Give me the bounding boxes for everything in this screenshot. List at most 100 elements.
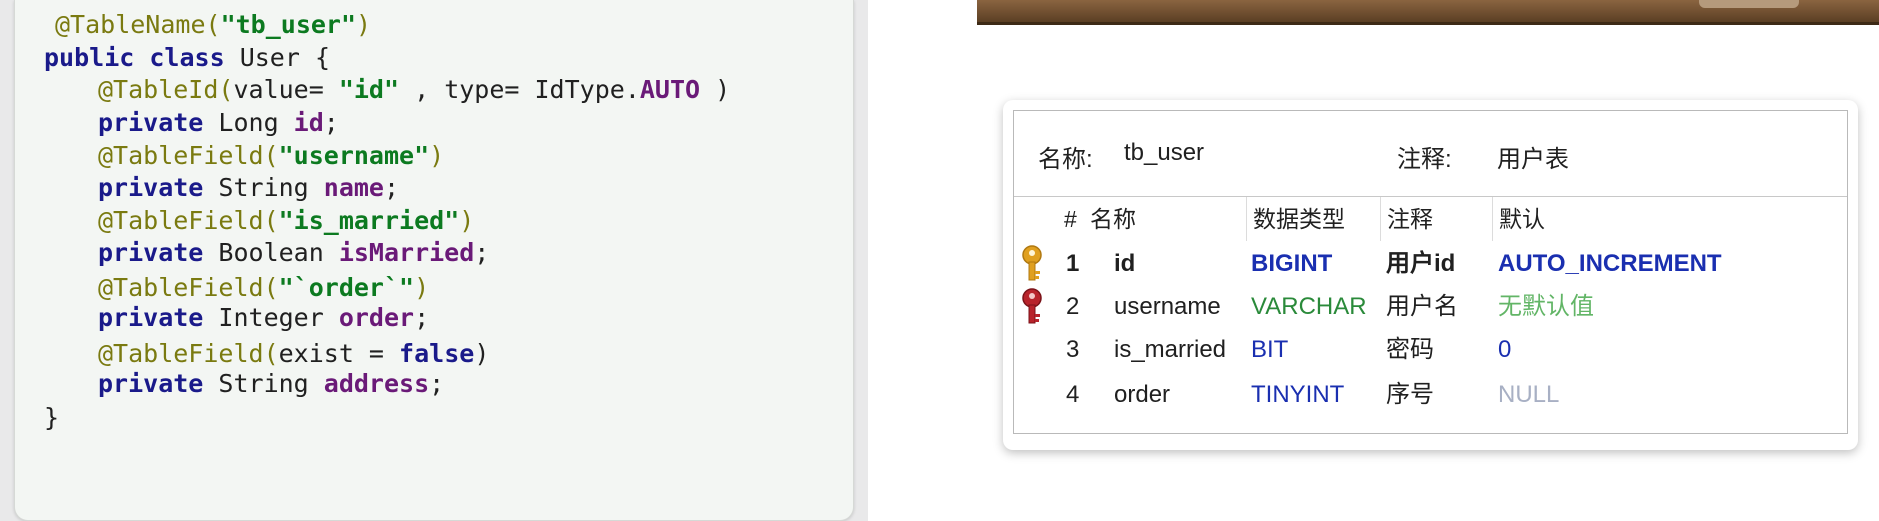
- wood-frame-edge: [977, 0, 1879, 25]
- name-label: 名称:: [1038, 146, 1093, 173]
- enum-constant: AUTO: [639, 75, 701, 104]
- unique-key-icon: [1022, 288, 1042, 324]
- annotation-close: ): [414, 273, 430, 302]
- code-line-1: @TableName("tb_user"): [55, 10, 371, 40]
- column-default: AUTO_INCREMENT: [1498, 250, 1722, 277]
- type: String: [203, 173, 324, 202]
- table-row[interactable]: 3 is_married BIT 密码 0: [1014, 327, 1847, 372]
- row-index: 2: [1066, 293, 1080, 320]
- string-literal: "tb_user": [220, 10, 357, 39]
- column-header-row: # 名称 数据类型 注释 默认: [1014, 197, 1847, 241]
- semicolon: ;: [323, 108, 339, 137]
- type: String: [203, 369, 324, 398]
- field-name: address: [323, 369, 430, 398]
- frame-corner: [1699, 0, 1799, 8]
- code-line-6: private String name;: [98, 173, 399, 203]
- header-name[interactable]: 名称: [1084, 197, 1234, 241]
- semicolon: ;: [414, 303, 430, 332]
- string-literal: "username": [278, 141, 430, 170]
- column-name: username: [1114, 293, 1221, 320]
- column-type: BIT: [1251, 336, 1289, 363]
- column-comment: 用户id: [1386, 250, 1456, 277]
- annotation: @TableField(: [98, 141, 279, 170]
- paren: ): [474, 339, 490, 368]
- param: exist =: [278, 339, 400, 368]
- keyword: private: [98, 369, 204, 398]
- field-name: order: [338, 303, 415, 332]
- column-name: id: [1114, 250, 1136, 277]
- annotation-close: ): [459, 206, 475, 235]
- keyword: private: [98, 173, 204, 202]
- header-default[interactable]: 默认: [1492, 197, 1847, 241]
- column-type: VARCHAR: [1251, 293, 1367, 320]
- table-row[interactable]: 1 id BIGINT 用户id AUTO_INCREMENT: [1014, 241, 1847, 286]
- column-name: order: [1114, 381, 1171, 408]
- table-structure-panel: 名称: tb_user 注释: 用户表 # 名称 数据类型 注释 默认 1 id…: [1013, 110, 1848, 434]
- table-structure-card: 名称: tb_user 注释: 用户表 # 名称 数据类型 注释 默认 1 id…: [1003, 100, 1858, 450]
- closing-brace: }: [44, 403, 60, 432]
- table-row[interactable]: 2 username VARCHAR 用户名 无默认值: [1014, 284, 1847, 329]
- field-name: isMarried: [338, 238, 475, 267]
- annotation-close: ): [356, 10, 372, 39]
- table-name-value: tb_user: [1124, 139, 1205, 166]
- code-line-5: @TableField("username"): [98, 141, 444, 171]
- param: value=: [233, 75, 339, 104]
- string-literal: "`order`": [278, 273, 415, 302]
- field-name: name: [323, 173, 384, 202]
- column-default: NULL: [1498, 381, 1560, 408]
- table-row[interactable]: 4 order TINYINT 序号 NULL: [1014, 372, 1847, 417]
- column-comment: 用户名: [1386, 293, 1458, 320]
- header-comment[interactable]: 注释: [1380, 197, 1500, 241]
- paren: ): [700, 75, 731, 104]
- string-literal: "is_married": [278, 206, 460, 235]
- column-comment: 密码: [1386, 336, 1434, 363]
- code-line-13: }: [44, 403, 59, 433]
- row-index: 4: [1066, 381, 1080, 408]
- class-declaration: User {: [224, 43, 330, 72]
- annotation: @TableField(: [98, 273, 279, 302]
- keyword: class: [149, 43, 225, 72]
- keyword: private: [98, 108, 204, 137]
- type: Long: [203, 108, 294, 137]
- annotation: @TableId(: [98, 75, 234, 104]
- column-type: BIGINT: [1251, 250, 1333, 277]
- keyword: public: [44, 43, 135, 72]
- primary-key-icon: [1022, 245, 1042, 281]
- keyword: private: [98, 238, 204, 267]
- keyword: false: [399, 339, 475, 368]
- semicolon: ;: [384, 173, 400, 202]
- row-index: 1: [1066, 250, 1080, 277]
- param: , type= IdType.: [399, 75, 640, 104]
- code-line-7: @TableField("is_married"): [98, 206, 474, 236]
- code-line-4: private Long id;: [98, 108, 339, 138]
- code-line-10: private Integer order;: [98, 303, 429, 333]
- code-line-3: @TableId(value= "id" , type= IdType.AUTO…: [98, 75, 730, 105]
- semicolon: ;: [429, 369, 445, 398]
- code-line-8: private Boolean isMarried;: [98, 238, 489, 268]
- type: Integer: [203, 303, 339, 332]
- code-line-9: @TableField("`order`"): [98, 273, 429, 303]
- table-comment-value: 用户表: [1497, 146, 1569, 173]
- comment-label: 注释:: [1397, 146, 1452, 173]
- row-index: 3: [1066, 336, 1080, 363]
- column-default: 0: [1498, 336, 1512, 363]
- column-default: 无默认值: [1498, 293, 1594, 320]
- code-line-12: private String address;: [98, 369, 444, 399]
- semicolon: ;: [474, 238, 490, 267]
- annotation: @TableField(: [98, 339, 279, 368]
- column-name: is_married: [1114, 336, 1227, 363]
- annotation: @TableField(: [98, 206, 279, 235]
- annotation-close: ): [429, 141, 445, 170]
- column-type: TINYINT: [1251, 381, 1345, 408]
- code-line-2: public class User {: [44, 43, 330, 73]
- keyword: private: [98, 303, 204, 332]
- table-meta-row: 名称: tb_user 注释: 用户表: [1014, 111, 1847, 197]
- string-literal: "id": [338, 75, 400, 104]
- annotation: @TableName(: [55, 10, 221, 39]
- header-data-type[interactable]: 数据类型: [1246, 197, 1386, 241]
- code-line-11: @TableField(exist = false): [98, 339, 489, 369]
- type: Boolean: [203, 238, 339, 267]
- code-panel: @TableName("tb_user") public class User …: [14, 0, 854, 521]
- field-name: id: [293, 108, 324, 137]
- column-comment: 序号: [1386, 381, 1434, 408]
